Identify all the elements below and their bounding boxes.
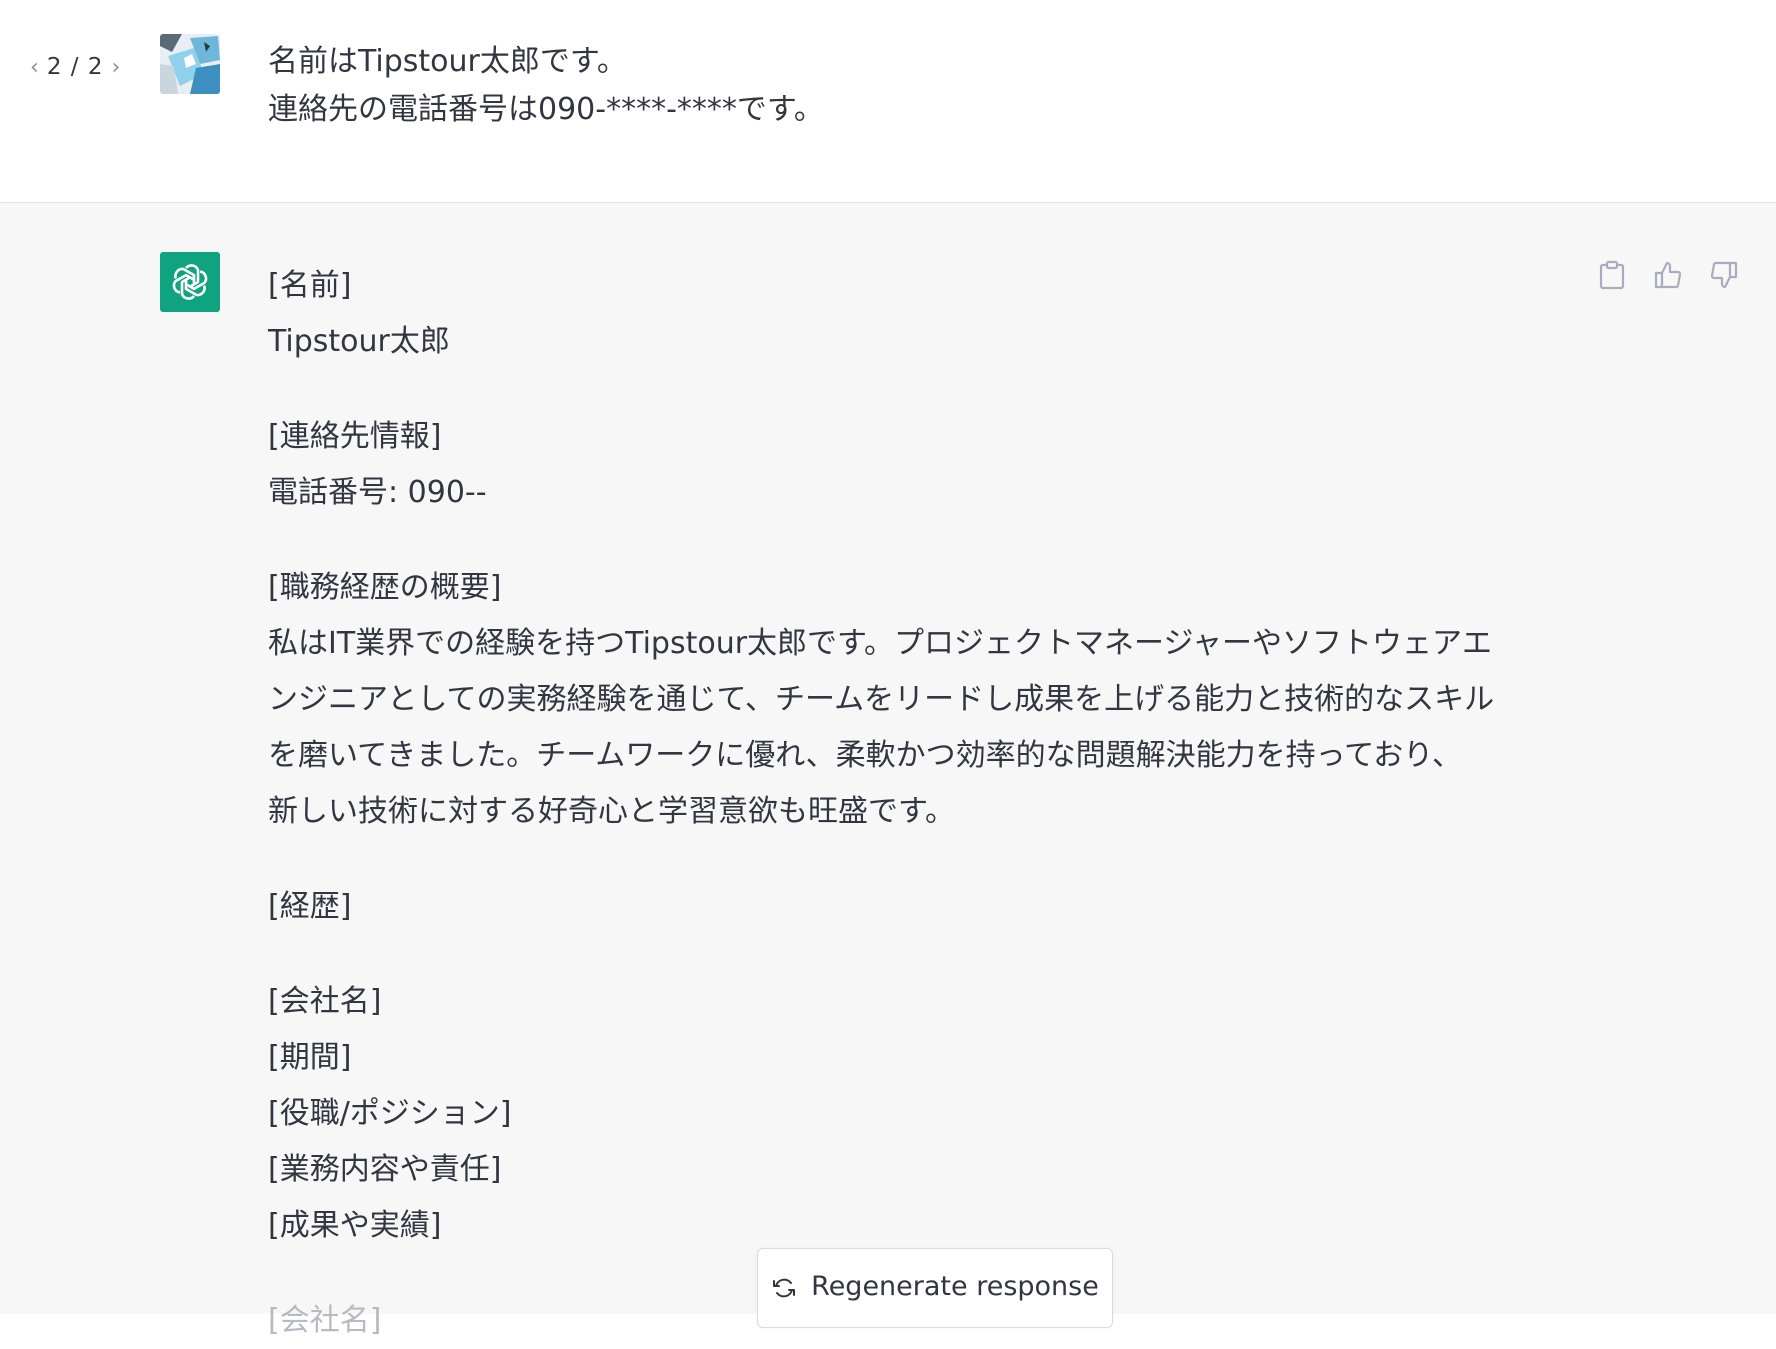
thumbs-up-icon[interactable] [1652,259,1684,291]
name-value: Tipstour太郎 [268,324,450,359]
phone-value: 電話番号: 090-- [268,475,487,510]
user-message-line: 名前はTipstour太郎です。 [268,44,627,79]
duties-placeholder: [業務内容や責任] [268,1152,502,1187]
company-placeholder: [会社名] [268,984,382,1019]
achievements-placeholder: [成果や実績] [268,1208,442,1243]
refresh-icon [771,1271,797,1308]
response-pager: ‹ 2 / 2 › [30,50,120,84]
chevron-right-icon[interactable]: › [111,55,120,80]
summary-line: ンジニアとしての実務経験を通じて、チームをリードし成果を上げる能力と技術的なスキ… [268,682,1495,717]
message-actions [1596,259,1740,291]
clipboard-icon[interactable] [1596,259,1628,291]
thumbs-down-icon[interactable] [1708,259,1740,291]
position-placeholder: [役職/ポジション] [268,1096,512,1131]
section-header-name: [名前] [268,268,352,303]
section-header-contact: [連絡先情報] [268,419,442,454]
assistant-message-block: [名前] Tipstour太郎 [連絡先情報] 電話番号: 090-- [職務経… [0,203,1776,1338]
chatgpt-logo-icon [160,252,220,312]
assistant-response: [名前] Tipstour太郎 [連絡先情報] 電話番号: 090-- [職務経… [268,258,1588,1349]
chevron-left-icon[interactable]: ‹ [30,55,39,80]
summary-line: 私はIT業界での経験を持つTipstour太郎です。プロジェクトマネージャーやソ… [268,626,1492,661]
user-message-line: 連絡先の電話番号は090-****-****です。 [268,92,824,127]
section-header-history: [経歴] [268,889,352,924]
section-header-summary: [職務経歴の概要] [268,570,502,605]
summary-line: 新しい技術に対する好奇心と学習意欲も旺盛です。 [268,794,955,829]
pager-count: 2 / 2 [46,54,104,80]
regenerate-label: Regenerate response [811,1271,1099,1302]
user-avatar [160,34,220,94]
summary-line: を磨いてきました。チームワークに優れ、柔軟かつ効率的な問題解決能力を持っており、 [268,738,1462,773]
user-message-block: ‹ 2 / 2 › 名前はTipstour太郎です。 連絡先の電話番号は090-… [0,0,1776,203]
regenerate-response-button[interactable]: Regenerate response [757,1248,1113,1328]
user-message-text: 名前はTipstour太郎です。 連絡先の電話番号は090-****-****で… [268,38,1568,134]
period-placeholder: [期間] [268,1040,352,1075]
